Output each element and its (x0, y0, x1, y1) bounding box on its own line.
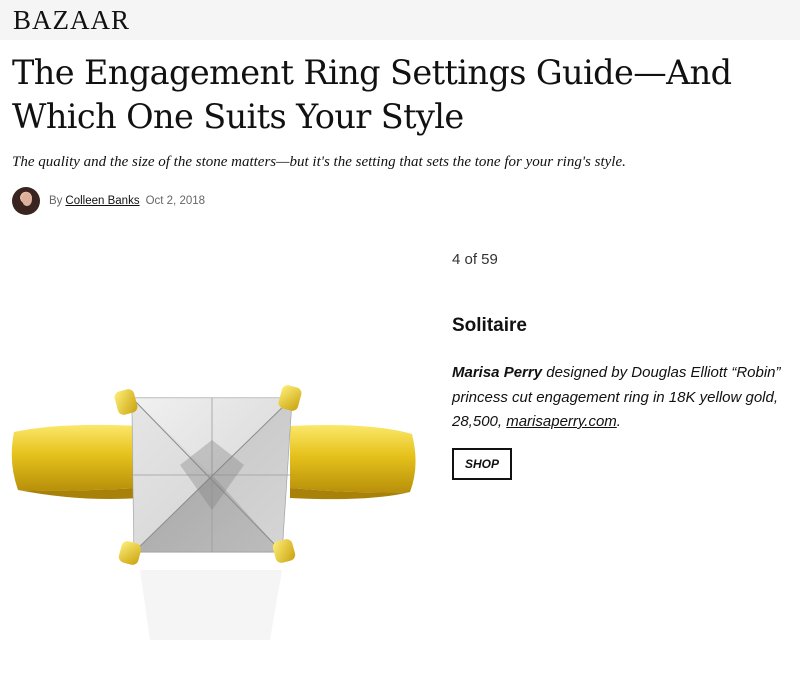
ring-image (11, 385, 416, 640)
author-link[interactable]: Colleen Banks (65, 195, 139, 207)
byline-prefix: By (49, 195, 63, 207)
shop-button[interactable]: SHOP (452, 448, 512, 480)
site-header: BAZAAR (0, 0, 800, 40)
byline-text: By Colleen Banks Oct 2, 2018 (49, 195, 205, 207)
slide-title: Solitaire (452, 315, 527, 336)
caption-end: . (616, 413, 621, 430)
slide-counter: 4 of 59 (452, 251, 498, 268)
retailer-link[interactable]: marisaperry.com (506, 413, 617, 430)
publish-date: Oct 2, 2018 (145, 195, 206, 207)
author-avatar[interactable] (12, 187, 40, 215)
site-logo[interactable]: BAZAAR (13, 5, 130, 35)
caption-brand: Marisa Perry (452, 364, 543, 381)
slide-caption: Marisa Perry designed by Douglas Elliott… (452, 361, 792, 435)
article-dek: The quality and the size of the stone ma… (12, 154, 626, 170)
byline: By Colleen Banks Oct 2, 2018 (12, 186, 205, 216)
article-headline: The Engagement Ring Settings Guide—And W… (12, 53, 732, 136)
